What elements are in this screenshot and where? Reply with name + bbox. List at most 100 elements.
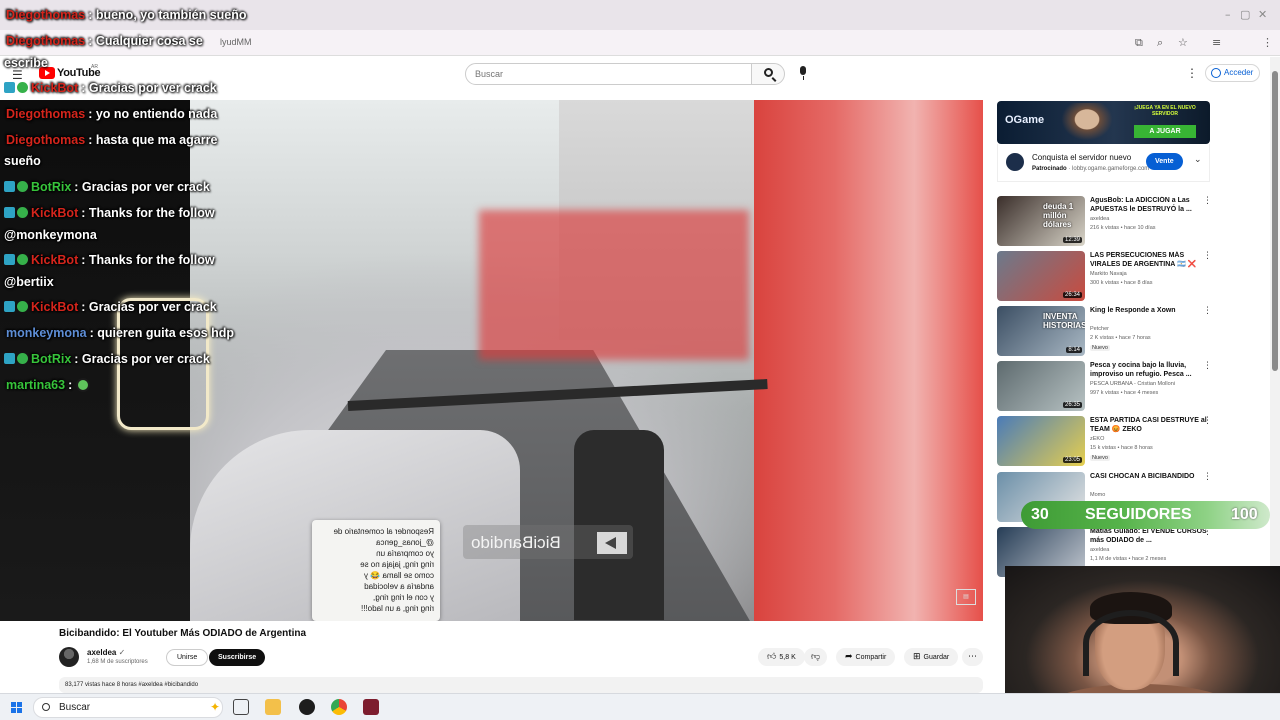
description-box[interactable]: 83,177 vistas hace 8 horas #axeldea #bic… [59, 677, 983, 693]
search-icon [764, 68, 773, 77]
chat-text: : Gracias por ver crack [74, 180, 210, 194]
chat-message: Diegothomas: hasta que ma agarre [6, 133, 217, 147]
copilot-sparkle-icon[interactable]: ✦ [210, 700, 220, 714]
chat-text-wrap: escribe [4, 56, 48, 70]
chat-message: Diegothomas: bueno, yo también sueño [6, 8, 247, 22]
chat-username: Diegothomas [6, 133, 86, 147]
video-duration: 26:35 [1062, 402, 1082, 408]
more-options-icon[interactable]: ⋮ [1203, 196, 1212, 206]
like-button[interactable]: 👍︎ 5,8 K [758, 648, 805, 666]
chat-message: monkeymona: quieren guita esos hdp [6, 326, 234, 340]
video-thumbnail[interactable]: 26:34 [997, 251, 1085, 301]
verified-icon: ✓ [118, 648, 126, 657]
video-thumbnail[interactable]: 23:05 [997, 416, 1085, 466]
zoom-icon[interactable]: ⌕ [1157, 36, 1163, 50]
channel-name[interactable]: axeldea ✓ [87, 648, 125, 657]
more-options-icon[interactable]: ⋮ [1203, 306, 1212, 316]
bot-badge-icon [4, 181, 15, 192]
windows-start-icon[interactable] [11, 702, 22, 713]
channel-name[interactable]: axeldea [1090, 547, 1109, 553]
ad-banner[interactable]: OGame ¡JUEGA YA EN EL NUEVO SERVIDOR A J… [997, 101, 1210, 144]
signin-button[interactable]: Acceder [1205, 64, 1261, 82]
video-meta: 997 k vistas • hace 4 meses [1090, 390, 1159, 396]
chat-username: KickBot [31, 253, 79, 267]
video-duration: 23:05 [1062, 457, 1082, 463]
channel-name[interactable]: Petcher [1090, 326, 1109, 332]
video-thumbnail[interactable]: deuda 1 millón dólares 12:39 [997, 196, 1085, 246]
more-icon: ⋯ [968, 652, 977, 662]
search-box[interactable] [465, 63, 752, 85]
chat-text: : Thanks for the follow [81, 206, 215, 220]
taskbar-search-icon [42, 703, 50, 711]
channel-name[interactable]: PESCA URBANA - Cristian Molloni [1090, 381, 1175, 387]
video-title[interactable]: Pesca y cocina bajo la lluvia, improviso… [1090, 361, 1208, 379]
ad-info[interactable]: Conquista el servidor nuevo Patrocinado … [997, 144, 1210, 182]
recommended-video[interactable]: 26:35 Pesca y cocina bajo la lluvia, impr… [997, 361, 1217, 411]
video-title[interactable]: CASI CHOCAN A BICIBANDIDO [1090, 472, 1208, 481]
microphone-icon[interactable] [798, 66, 809, 81]
video-title[interactable]: King le Responde a Xown [1090, 306, 1208, 315]
video-title[interactable]: LAS PERSECUCIONES MÁS VIRALES DE ARGENTI… [1090, 251, 1208, 269]
follower-current: 30 [1031, 506, 1049, 523]
task-view-icon[interactable] [233, 699, 249, 715]
reading-list-icon[interactable]: ≡ [1212, 36, 1221, 49]
more-options-icon[interactable]: ⋮ [1203, 472, 1212, 482]
maximize-icon[interactable]: ▢ [1240, 8, 1250, 21]
channel-name[interactable]: axeldea [1090, 216, 1109, 222]
channel-name[interactable]: Momo [1090, 492, 1105, 498]
follower-target: 100 [1231, 506, 1258, 523]
settings-more-icon[interactable]: ⋮ [1186, 66, 1198, 80]
channel-name[interactable]: zEKO [1090, 436, 1104, 442]
more-actions-button[interactable]: ⋯ [962, 648, 983, 666]
file-explorer-icon[interactable] [265, 699, 281, 715]
explicit-badge-icon: ▤ [956, 589, 976, 605]
chat-username: KickBot [31, 300, 79, 314]
channel-avatar[interactable] [59, 647, 79, 667]
share-button[interactable]: ➦ Compartir [836, 648, 896, 666]
taskbar-search[interactable]: Buscar ✦ [33, 697, 223, 718]
recommended-video[interactable]: deuda 1 millón dólares 12:39 AgusBob: La A… [997, 196, 1217, 246]
more-options-icon[interactable]: ⋮ [1203, 361, 1212, 371]
ad-sponsored-label: Patrocinado [1032, 166, 1067, 172]
video-duration: 8:14 [1066, 347, 1082, 353]
chat-text: : Cualquier cosa se [88, 34, 203, 48]
video-title[interactable]: AgusBob: La ADICCIÓN a Las APUESTAS le D… [1090, 196, 1208, 214]
video-meta: 15 k vistas • hace 8 horas [1090, 445, 1153, 451]
recommended-video[interactable]: 26:34 LAS PERSECUCIONES MÁS VIRALES DE AR… [997, 251, 1217, 301]
dislike-button[interactable]: 👎︎ [804, 648, 828, 666]
obs-icon[interactable] [299, 699, 315, 715]
video-thumbnail[interactable]: 26:35 [997, 361, 1085, 411]
bookmark-star-icon[interactable]: ☆ [1178, 36, 1188, 49]
video-title[interactable]: Matías Guiado: El VENDE CURSOS más ODIAD… [1090, 527, 1208, 545]
chat-message: Diegothomas: yo no entiendo nada [6, 107, 217, 121]
chat-text: : quieren guita esos hdp [89, 326, 235, 340]
chat-username: BotRix [31, 352, 72, 366]
chevron-down-icon[interactable]: ⌄ [1194, 155, 1202, 165]
video-title[interactable]: ESTA PARTIDA CASI DESTRUYE al TEAM 😡 ZEK… [1090, 416, 1208, 434]
ad-button[interactable]: Vente [1146, 153, 1183, 170]
close-icon[interactable]: ✕ [1258, 8, 1267, 21]
join-button[interactable]: Unirse [166, 649, 209, 666]
cast-icon[interactable]: ⧉ [1135, 36, 1143, 50]
ad-banner-cta[interactable]: A JUGAR [1134, 125, 1196, 138]
minimize-icon[interactable]: – [1225, 8, 1231, 21]
search-input[interactable] [466, 64, 751, 84]
recommended-video[interactable]: INVENTA HISTORIAS 8:14 King le Responde a … [997, 306, 1217, 356]
video-thumbnail[interactable]: INVENTA HISTORIAS 8:14 [997, 306, 1085, 356]
ad-sponsored: Patrocinado · lobby.ogame.gameforge.com [1032, 166, 1150, 172]
chat-text: : Gracias por ver crack [81, 81, 217, 95]
scrollbar-thumb[interactable] [1272, 71, 1278, 371]
chrome-icon[interactable] [331, 699, 347, 715]
app-icon[interactable] [363, 699, 379, 715]
browser-menu-icon[interactable]: ⋮ [1262, 36, 1273, 49]
more-options-icon[interactable]: ⋮ [1203, 416, 1212, 426]
recommended-video[interactable]: 23:05 ESTA PARTIDA CASI DESTRUYE al TEAM … [997, 416, 1217, 466]
chat-username: Diegothomas [6, 34, 86, 48]
more-options-icon[interactable]: ⋮ [1203, 251, 1212, 261]
channel-name[interactable]: Markito Navaja [1090, 271, 1127, 277]
subscribe-button[interactable]: Suscribirse [209, 649, 266, 666]
save-button[interactable]: ⊞ Guardar [904, 648, 959, 666]
search-button[interactable] [751, 63, 785, 85]
follower-label: SEGUIDORES [1085, 506, 1192, 523]
video-meta: 2 K vistas • hace 7 horas [1090, 335, 1151, 341]
